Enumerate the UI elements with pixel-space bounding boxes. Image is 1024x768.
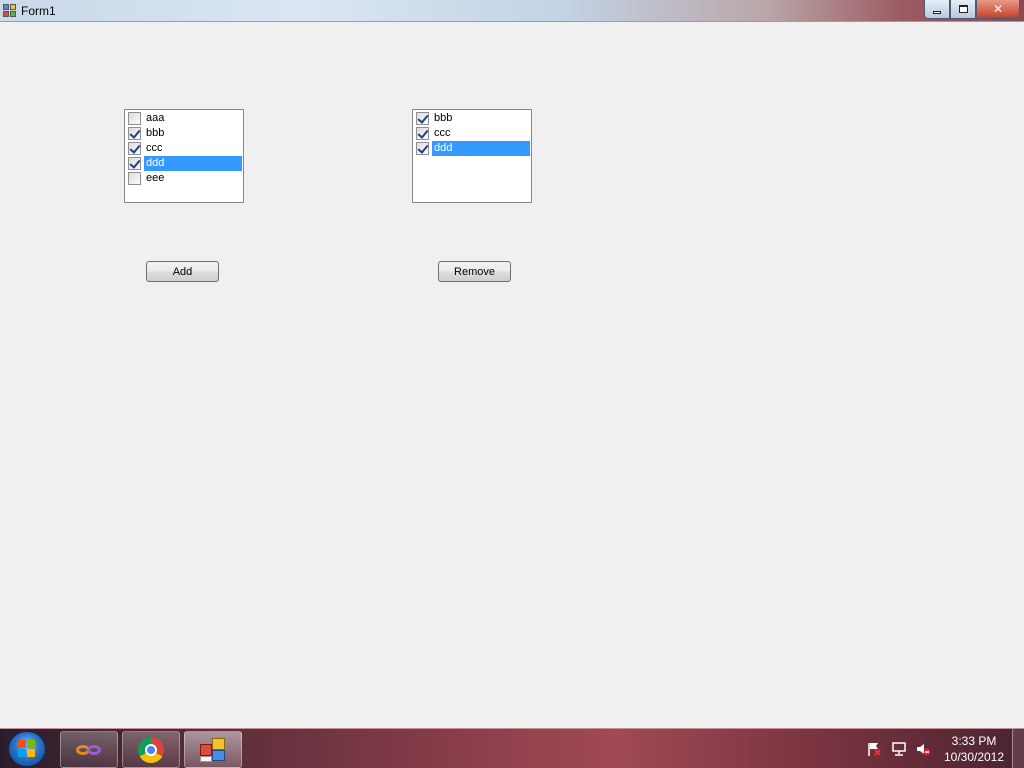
list-item-label: bbb [434,112,453,124]
winforms-app-icon [200,737,226,762]
target-checked-list-box[interactable]: bbb ccc ddd [412,109,532,203]
add-button[interactable]: Add [146,261,219,282]
app-icon[interactable] [3,4,17,18]
window-title-bar[interactable]: Form1 ✕ [0,0,1024,22]
clock-date: 10/30/2012 [943,750,1005,764]
list-item-label: ddd [432,141,530,156]
windows-logo-icon [18,740,36,758]
window-title: Form1 [21,4,56,18]
list-item[interactable]: ccc [414,126,530,141]
list-item-label: ddd [144,156,242,171]
network-icon[interactable] [891,741,907,757]
checkbox-checked[interactable] [416,112,429,125]
volume-muted-icon[interactable] [915,741,931,757]
list-item[interactable]: ddd [414,141,530,156]
source-checked-list-box[interactable]: aaa bbb ccc ddd eee [124,109,244,203]
checkbox-checked[interactable] [128,127,141,140]
form-client-area: aaa bbb ccc ddd eee bbb ccc ddd Add Remove [0,22,1024,728]
action-center-flag-icon[interactable] [866,741,882,757]
checkbox-unchecked[interactable] [128,112,141,125]
list-item[interactable]: bbb [414,111,530,126]
checkbox-checked[interactable] [128,142,141,155]
chrome-icon [138,736,164,763]
clock-time: 3:33 PM [951,734,997,748]
start-button[interactable] [8,731,46,767]
checkbox-unchecked[interactable] [128,172,141,185]
list-item[interactable]: eee [126,171,242,186]
show-desktop-button[interactable] [1012,729,1024,768]
remove-button[interactable]: Remove [438,261,511,282]
restore-icon [958,5,968,13]
list-item[interactable]: bbb [126,126,242,141]
taskbar: 3:33 PM 10/30/2012 [0,728,1024,768]
list-item[interactable]: aaa [126,111,242,126]
taskbar-form1[interactable] [184,731,242,768]
list-item-label: eee [146,172,165,184]
minimize-button[interactable] [924,0,950,19]
close-button[interactable]: ✕ [976,0,1020,19]
list-item-label: ccc [434,127,451,139]
list-item-label: aaa [146,112,165,124]
checkbox-checked[interactable] [128,157,141,170]
list-item-label: bbb [146,127,165,139]
system-clock[interactable]: 3:33 PM 10/30/2012 [940,733,1008,765]
checkbox-checked[interactable] [416,127,429,140]
window-controls: ✕ [924,0,1020,19]
list-item[interactable]: ccc [126,141,242,156]
checkbox-checked[interactable] [416,142,429,155]
minimize-icon [933,10,941,14]
restore-button[interactable] [950,0,976,19]
taskbar-visual-studio[interactable] [60,731,118,768]
list-item-label: ccc [146,142,163,154]
close-icon: ✕ [992,2,1004,16]
list-item[interactable]: ddd [126,156,242,171]
taskbar-chrome[interactable] [122,731,180,768]
visual-studio-icon [74,741,104,759]
